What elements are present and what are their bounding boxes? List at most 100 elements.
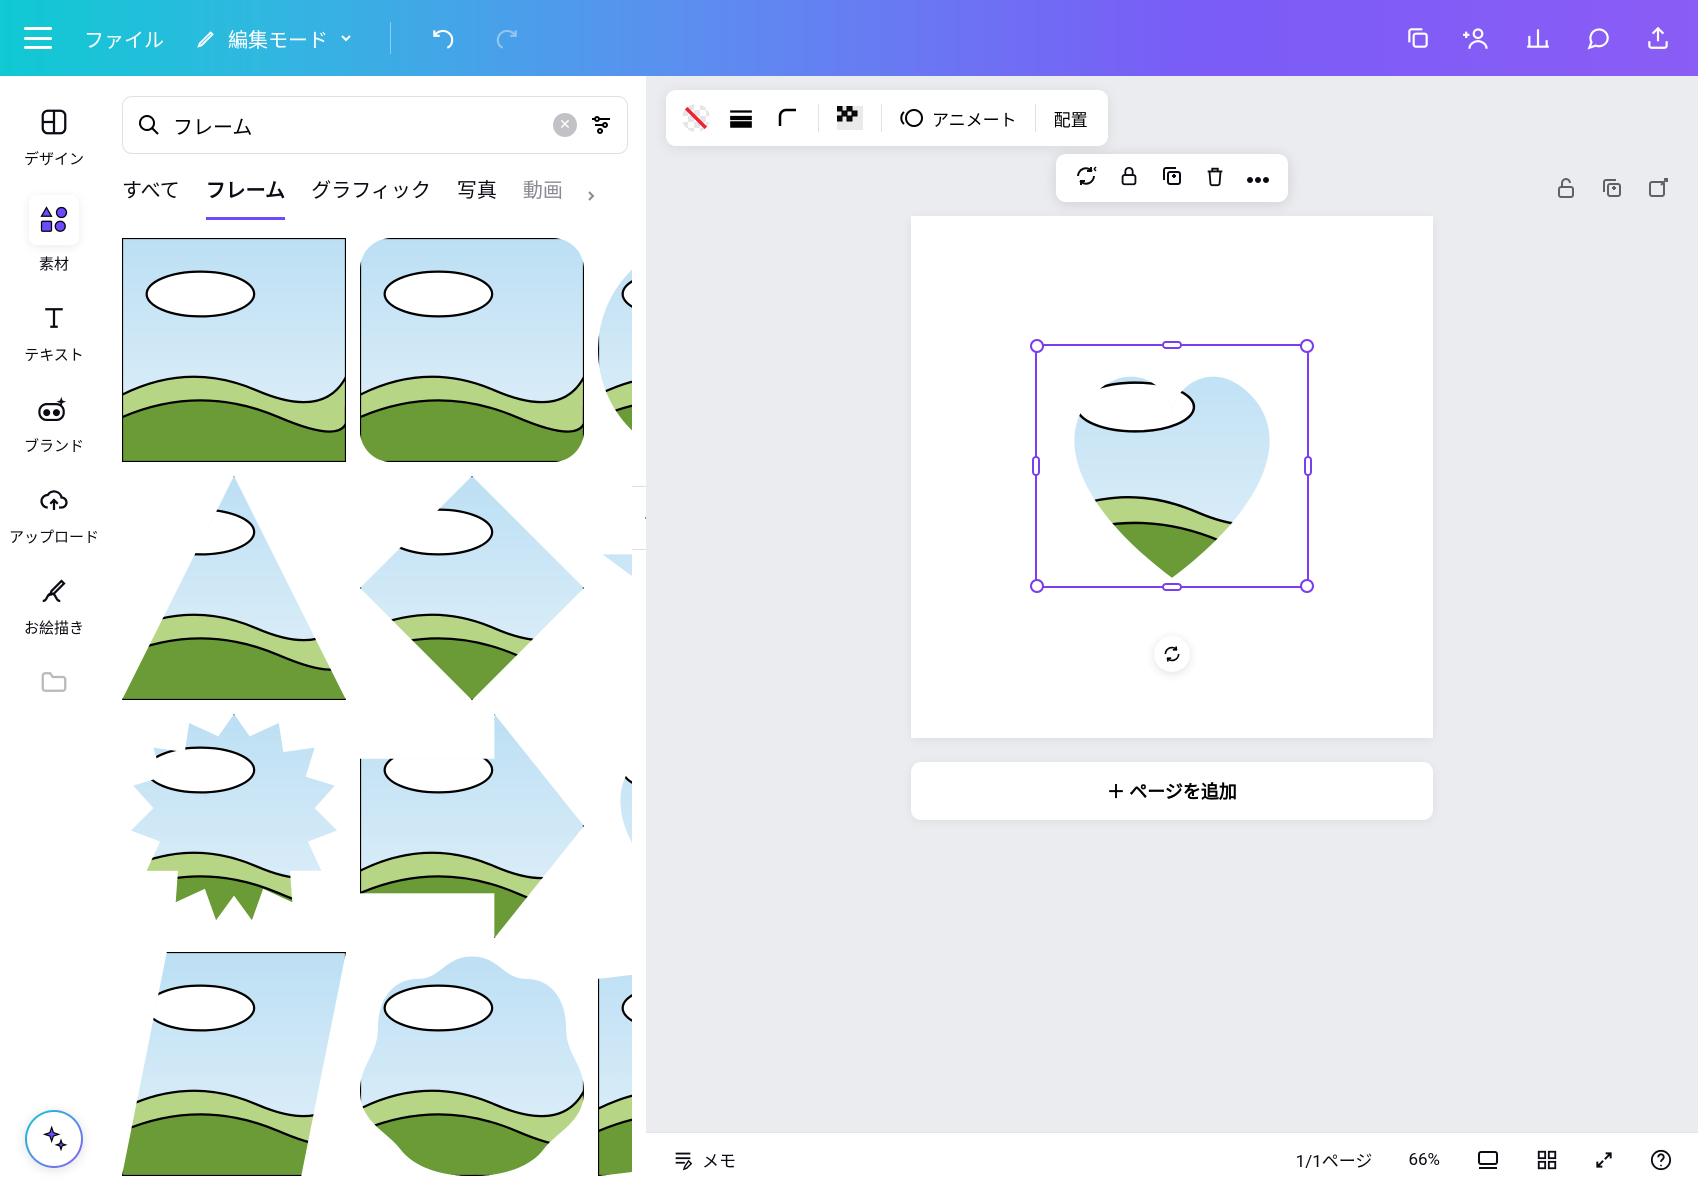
tabs-scroll-right[interactable] [583, 185, 599, 209]
elements-panel: ✕ すべて フレーム グラフィック 写真 動画 [108, 76, 646, 1186]
duplicate-icon [1600, 176, 1624, 200]
lock-button[interactable] [1118, 164, 1140, 192]
separator [881, 104, 882, 132]
page-actions [1554, 176, 1670, 204]
view-grid-button[interactable] [1536, 1149, 1558, 1171]
resize-handle-tl[interactable] [1030, 339, 1044, 353]
frame-star[interactable] [598, 476, 632, 700]
animate-button[interactable]: アニメート [896, 106, 1021, 131]
tab-photos[interactable]: 写真 [457, 174, 497, 220]
collaborate-button[interactable] [1462, 22, 1494, 54]
chevron-right-icon [583, 188, 599, 204]
frame-skew-rect[interactable] [598, 952, 632, 1176]
lock-open-icon [1554, 176, 1578, 200]
page-counter[interactable]: 1/1ページ [1296, 1147, 1373, 1172]
filter-icon[interactable] [589, 113, 613, 137]
frame-parallelogram[interactable] [122, 952, 346, 1176]
category-tabs: すべて フレーム グラフィック 写真 動画 [108, 174, 632, 220]
separator [390, 22, 391, 54]
rail-item-design[interactable]: デザイン [0, 100, 108, 173]
rail-item-brand[interactable]: ブランド [0, 387, 108, 460]
view-list-icon [1476, 1149, 1500, 1171]
redo-button[interactable] [491, 22, 523, 54]
fill-color-button[interactable] [682, 104, 710, 132]
copy-button[interactable] [1402, 22, 1434, 54]
notes-button[interactable]: メモ [672, 1147, 736, 1172]
frame-burst[interactable] [122, 714, 346, 938]
more-button[interactable] [1246, 169, 1270, 188]
copy-icon [1405, 25, 1431, 51]
duplicate-button[interactable] [1160, 164, 1184, 192]
cloud-upload-icon [39, 485, 69, 515]
canvas-viewport[interactable]: ＋ ページを追加 [646, 76, 1698, 1186]
share-icon [1645, 25, 1671, 51]
resize-handle-br[interactable] [1300, 579, 1314, 593]
resize-handle-tr[interactable] [1300, 339, 1314, 353]
undo-button[interactable] [427, 22, 459, 54]
edit-mode-dropdown[interactable]: 編集モード [196, 24, 354, 53]
clear-search-button[interactable]: ✕ [553, 113, 577, 137]
magic-button[interactable] [25, 1110, 83, 1168]
duplicate-page-button[interactable] [1600, 176, 1624, 204]
transparency-icon [837, 106, 863, 130]
frame-arrow[interactable] [360, 714, 584, 938]
chevron-down-icon [338, 30, 354, 46]
regenerate-button[interactable] [1074, 164, 1098, 192]
lock-page-button[interactable] [1554, 176, 1578, 204]
rail-item-draw[interactable]: お絵描き [0, 569, 108, 642]
tab-frames[interactable]: フレーム [206, 174, 285, 220]
share-button[interactable] [1642, 22, 1674, 54]
transparency-button[interactable] [833, 106, 867, 130]
frames-grid [108, 220, 632, 1186]
chat-icon [1585, 25, 1611, 51]
resize-handle-left[interactable] [1032, 456, 1040, 476]
resize-handle-right[interactable] [1304, 456, 1312, 476]
selection-box[interactable] [1035, 344, 1309, 588]
trash-icon [1204, 164, 1226, 188]
fullscreen-button[interactable] [1594, 1150, 1614, 1170]
rail-item-folder[interactable] [0, 660, 108, 704]
search-input[interactable] [173, 113, 541, 137]
zoom-level[interactable]: 66% [1408, 1150, 1440, 1170]
analytics-button[interactable] [1522, 22, 1554, 54]
page-1[interactable] [911, 216, 1433, 738]
resize-handle-bottom[interactable] [1162, 583, 1182, 591]
border-weight-button[interactable] [724, 108, 758, 128]
tab-all[interactable]: すべて [122, 174, 180, 220]
undo-icon [430, 25, 456, 51]
pencil-icon [196, 27, 218, 49]
frame-rounded[interactable] [360, 238, 584, 462]
help-icon [1650, 1149, 1672, 1171]
frame-heart[interactable] [598, 714, 632, 938]
position-button[interactable]: 配置 [1050, 106, 1092, 131]
corner-icon [776, 106, 800, 130]
top-bar: ファイル 編集モード [0, 0, 1698, 76]
new-page-button[interactable] [1646, 176, 1670, 204]
file-menu[interactable]: ファイル [84, 24, 164, 53]
people-plus-icon [1463, 25, 1493, 51]
main-area: デザイン 素材 テキスト ブランド アップロード お絵描き [0, 76, 1698, 1186]
corner-radius-button[interactable] [772, 106, 804, 130]
view-list-button[interactable] [1476, 1149, 1500, 1171]
help-button[interactable] [1650, 1149, 1672, 1171]
tab-videos[interactable]: 動画 [523, 174, 563, 220]
menu-button[interactable] [24, 27, 52, 49]
frame-blob[interactable] [360, 952, 584, 1176]
tab-graphics[interactable]: グラフィック [311, 174, 431, 220]
comment-button[interactable] [1582, 22, 1614, 54]
rail-item-elements[interactable]: 素材 [0, 191, 108, 278]
position-label: 配置 [1054, 106, 1088, 131]
frame-circle[interactable] [598, 238, 632, 462]
add-page-button[interactable]: ＋ ページを追加 [911, 762, 1433, 820]
resize-handle-top[interactable] [1162, 341, 1182, 349]
rail-item-upload[interactable]: アップロード [0, 478, 108, 551]
frame-diamond[interactable] [360, 476, 584, 700]
frame-triangle[interactable] [122, 476, 346, 700]
context-toolbar: アニメート 配置 [666, 90, 1108, 146]
notes-icon [672, 1149, 694, 1171]
rotate-button[interactable] [1154, 636, 1190, 672]
frame-square[interactable] [122, 238, 346, 462]
resize-handle-bl[interactable] [1030, 579, 1044, 593]
rail-item-text[interactable]: テキスト [0, 296, 108, 369]
delete-button[interactable] [1204, 164, 1226, 192]
